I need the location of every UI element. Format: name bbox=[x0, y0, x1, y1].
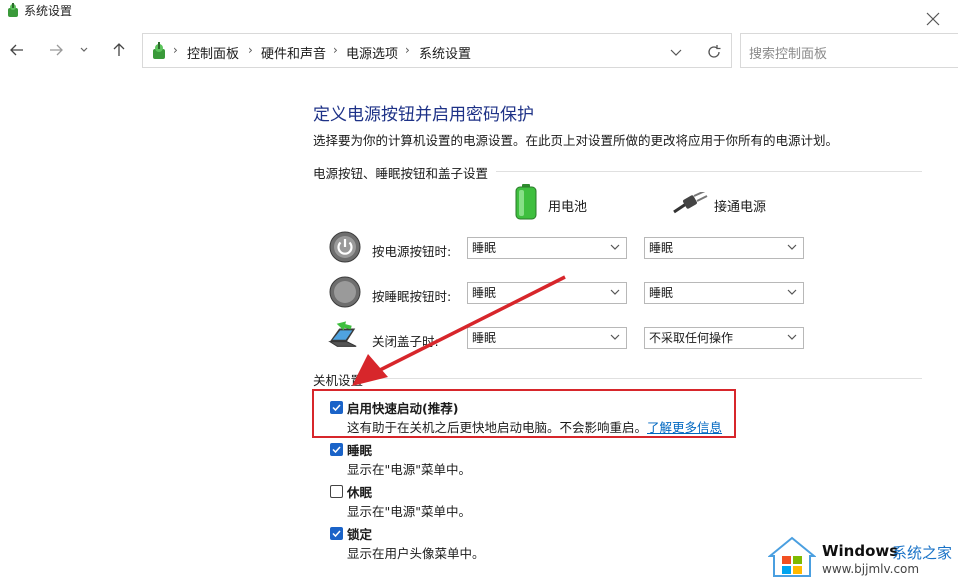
hibernate-checkbox[interactable] bbox=[330, 485, 343, 498]
power-button-plugged-select[interactable]: 睡眠 bbox=[644, 237, 804, 259]
arrow-up-icon bbox=[113, 43, 125, 56]
breadcrumb-system-settings[interactable]: 系统设置 bbox=[419, 43, 471, 62]
battery-icon bbox=[515, 184, 537, 220]
battery-column-header: 用电池 bbox=[548, 200, 588, 215]
select-value: 睡眠 bbox=[649, 286, 674, 300]
sleep-button-battery-select[interactable]: 睡眠 bbox=[467, 282, 627, 304]
window-title: 系统设置 bbox=[24, 4, 73, 18]
sleep-button-label: 按睡眠按钮时: bbox=[372, 289, 452, 304]
address-history-button[interactable] bbox=[663, 39, 689, 65]
hibernate-option-title[interactable]: 休眠 bbox=[347, 482, 372, 501]
windows-logo-icon bbox=[768, 536, 816, 577]
close-lid-label: 关闭盖子时: bbox=[372, 334, 439, 349]
back-button[interactable] bbox=[4, 37, 30, 63]
section-divider bbox=[313, 378, 922, 379]
shutdown-section-label: 关机设置 bbox=[313, 370, 372, 389]
sleep-option-title[interactable]: 睡眠 bbox=[347, 440, 372, 459]
power-button-icon bbox=[329, 231, 361, 263]
page-title: 定义电源按钮并启用密码保护 bbox=[313, 105, 534, 125]
arrow-right-icon bbox=[50, 44, 63, 56]
sleep-checkbox[interactable] bbox=[330, 443, 343, 456]
chevron-down-icon bbox=[610, 289, 620, 295]
chevron-down-icon bbox=[670, 49, 682, 56]
select-value: 不采取任何操作 bbox=[649, 331, 734, 345]
control-panel-icon bbox=[8, 3, 18, 17]
search-placeholder[interactable]: 搜索控制面板 bbox=[749, 43, 827, 62]
forward-button[interactable] bbox=[43, 37, 69, 63]
chevron-down-icon bbox=[610, 334, 620, 340]
chevron-down-icon bbox=[80, 47, 88, 52]
select-value: 睡眠 bbox=[472, 331, 497, 345]
power-section-label: 电源按钮、睡眠按钮和盖子设置 bbox=[313, 163, 497, 182]
title-bar: 系统设置 bbox=[0, 0, 958, 32]
close-lid-battery-select[interactable]: 睡眠 bbox=[467, 327, 627, 349]
watermark-brand: Windows bbox=[822, 542, 899, 560]
breadcrumb-control-panel[interactable]: 控制面板 bbox=[187, 43, 239, 62]
chevron-down-icon bbox=[787, 289, 797, 295]
sleep-button-plugged-select[interactable]: 睡眠 bbox=[644, 282, 804, 304]
sleep-option-description: 显示在"电源"菜单中。 bbox=[347, 462, 471, 477]
refresh-button[interactable] bbox=[701, 39, 727, 65]
page-description: 选择要为你的计算机设置的电源设置。在此页上对设置所做的更改将应用于你所有的电源计… bbox=[313, 133, 839, 148]
search-box[interactable]: 搜索控制面板 bbox=[740, 33, 958, 68]
address-bar[interactable]: › 控制面板 › 硬件和声音 › 电源选项 › 系统设置 bbox=[142, 33, 732, 68]
lock-checkbox[interactable] bbox=[330, 527, 343, 540]
select-value: 睡眠 bbox=[649, 241, 674, 255]
breadcrumb-hardware-sound[interactable]: 硬件和声音 bbox=[261, 43, 326, 62]
power-plug-icon bbox=[673, 192, 708, 214]
plugged-column-header: 接通电源 bbox=[714, 200, 767, 215]
breadcrumb-power-options[interactable]: 电源选项 bbox=[346, 43, 398, 62]
recent-locations-button[interactable] bbox=[74, 37, 94, 63]
lock-option-description: 显示在用户头像菜单中。 bbox=[347, 546, 485, 561]
close-icon bbox=[926, 12, 940, 26]
lock-option-title[interactable]: 锁定 bbox=[347, 524, 372, 543]
power-button-label: 按电源按钮时: bbox=[372, 244, 452, 259]
arrow-left-icon bbox=[10, 44, 23, 56]
sleep-button-icon bbox=[329, 276, 361, 308]
refresh-icon bbox=[708, 45, 721, 58]
control-panel-icon bbox=[153, 42, 165, 59]
breadcrumb-separator: › bbox=[248, 43, 253, 57]
select-value: 睡眠 bbox=[472, 286, 497, 300]
laptop-lid-icon bbox=[328, 321, 357, 347]
breadcrumb-separator: › bbox=[173, 43, 178, 57]
chevron-down-icon bbox=[610, 244, 620, 250]
up-button[interactable] bbox=[106, 37, 132, 63]
close-lid-plugged-select[interactable]: 不采取任何操作 bbox=[644, 327, 804, 349]
close-button[interactable] bbox=[918, 6, 948, 32]
checkmark-icon bbox=[332, 530, 341, 538]
breadcrumb-separator: › bbox=[333, 43, 338, 57]
checkmark-icon bbox=[332, 446, 341, 454]
breadcrumb-separator: › bbox=[405, 43, 410, 57]
chevron-down-icon bbox=[787, 334, 797, 340]
select-value: 睡眠 bbox=[472, 241, 497, 255]
watermark: Windows 系统之家 www.bjjmlv.com bbox=[768, 532, 958, 582]
watermark-brand-suffix: 系统之家 bbox=[892, 544, 953, 562]
chevron-down-icon bbox=[787, 244, 797, 250]
watermark-url: www.bjjmlv.com bbox=[822, 562, 920, 576]
hibernate-option-description: 显示在"电源"菜单中。 bbox=[347, 504, 471, 519]
highlight-box bbox=[312, 389, 736, 438]
power-button-battery-select[interactable]: 睡眠 bbox=[467, 237, 627, 259]
